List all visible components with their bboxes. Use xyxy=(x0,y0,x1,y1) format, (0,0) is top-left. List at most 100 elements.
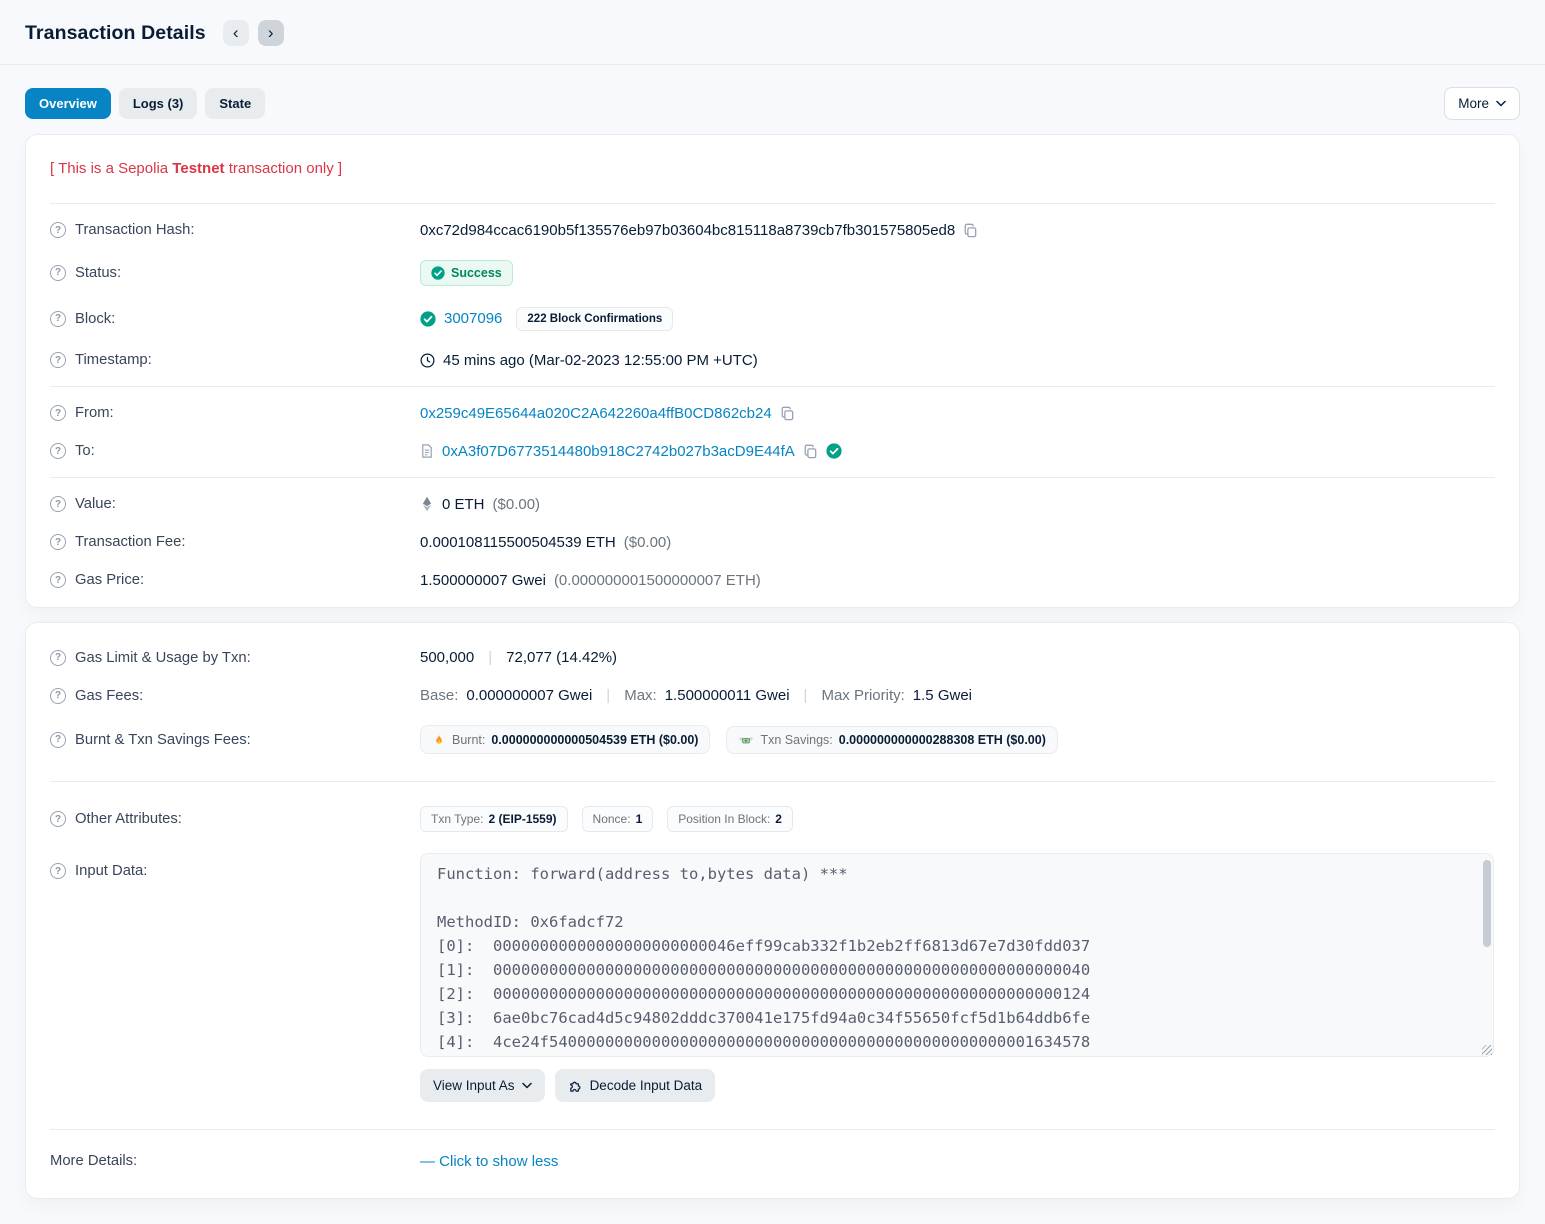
value-label: Value: xyxy=(75,496,116,512)
more-dropdown-button[interactable]: More xyxy=(1444,87,1520,120)
ethereum-icon xyxy=(420,496,434,512)
testnet-notice: [ This is a Sepolia Testnet transaction … xyxy=(50,143,1495,196)
tab-logs[interactable]: Logs (3) xyxy=(119,88,198,119)
transaction-hash-value: 0xc72d984ccac6190b5f135576eb97b03604bc81… xyxy=(420,222,955,239)
timestamp-value: 45 mins ago (Mar-02-2023 12:55:00 PM +UT… xyxy=(443,352,758,369)
chevron-down-icon xyxy=(522,1082,532,1089)
value-usd: ($0.00) xyxy=(493,496,541,513)
view-input-as-button[interactable]: View Input As xyxy=(420,1069,545,1102)
gas-limit-label: Gas Limit & Usage by Txn: xyxy=(75,650,251,666)
txn-savings-badge: Txn Savings: 0.000000000000288308 ETH ($… xyxy=(726,726,1057,754)
transaction-hash-row: ? Transaction Hash: 0xc72d984ccac6190b5f… xyxy=(50,211,1495,249)
divider xyxy=(50,477,1495,478)
input-data-scrollbar[interactable] xyxy=(1482,856,1491,1054)
max-fee-label: Max: xyxy=(624,687,657,704)
transaction-summary-card: [ This is a Sepolia Testnet transaction … xyxy=(25,134,1520,608)
copy-icon[interactable] xyxy=(803,444,818,459)
help-icon[interactable]: ? xyxy=(50,443,66,459)
burnt-savings-row: ? Burnt & Txn Savings Fees: Burnt: 0.000… xyxy=(50,715,1495,765)
page-title: Transaction Details xyxy=(25,22,206,45)
value-row: ? Value: 0 ETH ($0.00) xyxy=(50,485,1495,523)
transaction-fee-usd: ($0.00) xyxy=(624,534,672,551)
gas-price-label: Gas Price: xyxy=(75,572,144,588)
verified-check-icon xyxy=(826,443,842,459)
help-icon[interactable]: ? xyxy=(50,352,66,368)
gas-fees-row: ? Gas Fees: Base: 0.000000007 Gwei | Max… xyxy=(50,677,1495,715)
help-icon[interactable]: ? xyxy=(50,311,66,327)
help-icon[interactable]: ? xyxy=(50,863,66,879)
tab-overview[interactable]: Overview xyxy=(25,88,111,119)
transaction-fee-label: Transaction Fee: xyxy=(75,534,185,550)
divider xyxy=(50,203,1495,204)
check-circle-icon xyxy=(420,311,436,327)
timestamp-row: ? Timestamp: 45 mins ago (Mar-02-2023 12… xyxy=(50,341,1495,379)
help-icon[interactable]: ? xyxy=(50,811,66,827)
to-label: To: xyxy=(75,443,95,459)
gas-fees-label: Gas Fees: xyxy=(75,688,143,704)
more-dropdown-label: More xyxy=(1458,96,1489,111)
gas-price-eth: (0.000000001500000007 ETH) xyxy=(554,572,761,589)
other-attributes-label: Other Attributes: xyxy=(75,811,182,827)
previous-transaction-button[interactable]: ‹ xyxy=(223,20,249,46)
to-address-link[interactable]: 0xA3f07D6773514480b918C2742b027b3acD9E44… xyxy=(442,443,795,460)
clock-icon xyxy=(420,353,435,368)
input-data-label: Input Data: xyxy=(75,863,147,879)
gas-usage-value: 72,077 (14.42%) xyxy=(506,649,617,666)
help-icon[interactable]: ? xyxy=(50,650,66,666)
contract-icon xyxy=(420,443,434,459)
divider xyxy=(50,1129,1495,1130)
gas-price-row: ? Gas Price: 1.500000007 Gwei (0.0000000… xyxy=(50,561,1495,599)
transaction-fee-eth: 0.000108115500504539 ETH xyxy=(420,534,616,551)
input-data-actions: View Input As Decode Input Data xyxy=(420,1069,1495,1102)
block-row: ? Block: 3007096 222 Block Confirmations xyxy=(50,296,1495,341)
max-fee-value: 1.500000011 Gwei xyxy=(665,687,790,704)
timestamp-label: Timestamp: xyxy=(75,352,152,368)
tab-state[interactable]: State xyxy=(205,88,265,119)
copy-icon[interactable] xyxy=(963,223,978,238)
max-priority-fee-label: Max Priority: xyxy=(821,687,904,704)
from-address-link[interactable]: 0x259c49E65644a020C2A642260a4ffB0CD862cb… xyxy=(420,405,772,422)
help-icon[interactable]: ? xyxy=(50,405,66,421)
block-number-link[interactable]: 3007096 xyxy=(444,310,502,327)
help-icon[interactable]: ? xyxy=(50,572,66,588)
help-icon[interactable]: ? xyxy=(50,732,66,748)
burnt-savings-label: Burnt & Txn Savings Fees: xyxy=(75,732,251,748)
divider xyxy=(50,781,1495,782)
gas-limit-row: ? Gas Limit & Usage by Txn: 500,000 | 72… xyxy=(50,631,1495,677)
status-label: Status: xyxy=(75,265,121,281)
block-confirmations-badge: 222 Block Confirmations xyxy=(516,307,673,331)
copy-icon[interactable] xyxy=(780,406,795,421)
help-icon[interactable]: ? xyxy=(50,222,66,238)
to-row: ? To: 0xA3f07D6773514480b918C2742b027b3a… xyxy=(50,432,1495,470)
resize-handle-icon[interactable] xyxy=(1482,1045,1492,1055)
gas-price-gwei: 1.500000007 Gwei xyxy=(420,572,546,589)
help-icon[interactable]: ? xyxy=(50,265,66,281)
from-label: From: xyxy=(75,405,114,421)
help-icon[interactable]: ? xyxy=(50,534,66,550)
check-circle-icon xyxy=(431,266,445,280)
status-row: ? Status: Success xyxy=(50,249,1495,296)
chevron-down-icon xyxy=(1496,100,1506,107)
input-data-row: ? Input Data: Function: forward(address … xyxy=(50,843,1495,1113)
block-label: Block: xyxy=(75,311,115,327)
help-icon[interactable]: ? xyxy=(50,496,66,512)
transaction-detail-card: ? Gas Limit & Usage by Txn: 500,000 | 72… xyxy=(25,622,1520,1199)
show-less-link[interactable]: — Click to show less xyxy=(420,1153,558,1170)
base-fee-value: 0.000000007 Gwei xyxy=(466,687,592,704)
input-data-container: Function: forward(address to,bytes data)… xyxy=(420,853,1494,1057)
page-header: Transaction Details ‹ › xyxy=(25,0,1520,46)
help-icon[interactable]: ? xyxy=(50,688,66,704)
position-in-block-badge: Position In Block: 2 xyxy=(667,806,793,832)
input-data-textarea[interactable]: Function: forward(address to,bytes data)… xyxy=(420,853,1494,1057)
base-fee-label: Base: xyxy=(420,687,458,704)
status-badge: Success xyxy=(420,260,513,286)
transaction-details-page: Transaction Details ‹ › Overview Logs (3… xyxy=(0,0,1545,1199)
money-wings-icon xyxy=(738,734,754,745)
from-row: ? From: 0x259c49E65644a020C2A642260a4ffB… xyxy=(50,394,1495,432)
decode-input-data-button[interactable]: Decode Input Data xyxy=(555,1069,716,1102)
scrollbar-thumb[interactable] xyxy=(1483,860,1491,947)
more-details-row: More Details: — Click to show less xyxy=(50,1137,1495,1190)
header-divider xyxy=(0,64,1545,65)
next-transaction-button[interactable]: › xyxy=(258,20,284,46)
value-eth: 0 ETH xyxy=(442,496,485,513)
